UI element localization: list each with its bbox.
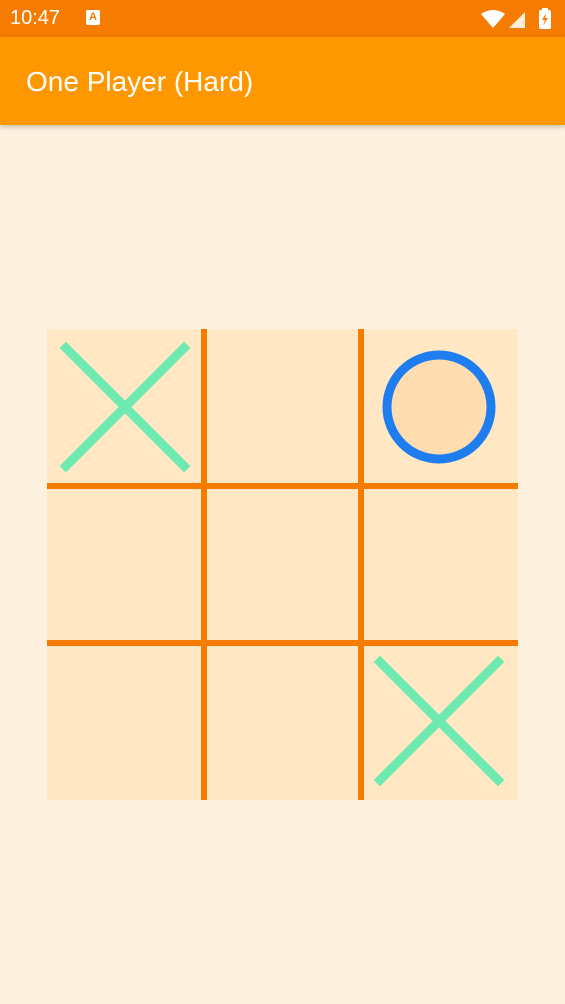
grid-line-horizontal-2 [47, 640, 518, 646]
board-cell-6[interactable] [361, 486, 518, 643]
game-board [47, 329, 518, 800]
x-mark-icon [59, 341, 191, 473]
app-bar: One Player (Hard) [0, 37, 565, 125]
battery-charging-icon [539, 8, 551, 29]
board-cell-4[interactable] [47, 486, 204, 643]
board-cell-7[interactable] [47, 643, 204, 800]
o-mark-icon [382, 350, 496, 464]
status-bar: 10:47 A [0, 0, 565, 37]
board-cell-3[interactable] [361, 329, 518, 486]
cell-signal-icon [509, 12, 525, 28]
x-mark-icon [373, 655, 505, 787]
wifi-icon [481, 10, 505, 28]
board-cell-2[interactable] [204, 329, 361, 486]
board-cell-5[interactable] [204, 486, 361, 643]
grid-line-horizontal-1 [47, 483, 518, 489]
notification-icon: A [86, 10, 100, 25]
status-time: 10:47 [10, 7, 61, 29]
board-cell-1[interactable] [47, 329, 204, 486]
grid-line-vertical-1 [201, 329, 207, 800]
app-title: One Player (Hard) [26, 66, 254, 97]
grid-line-vertical-2 [358, 329, 364, 800]
board-cell-8[interactable] [204, 643, 361, 800]
board-cell-9[interactable] [361, 643, 518, 800]
status-icons [481, 8, 551, 29]
